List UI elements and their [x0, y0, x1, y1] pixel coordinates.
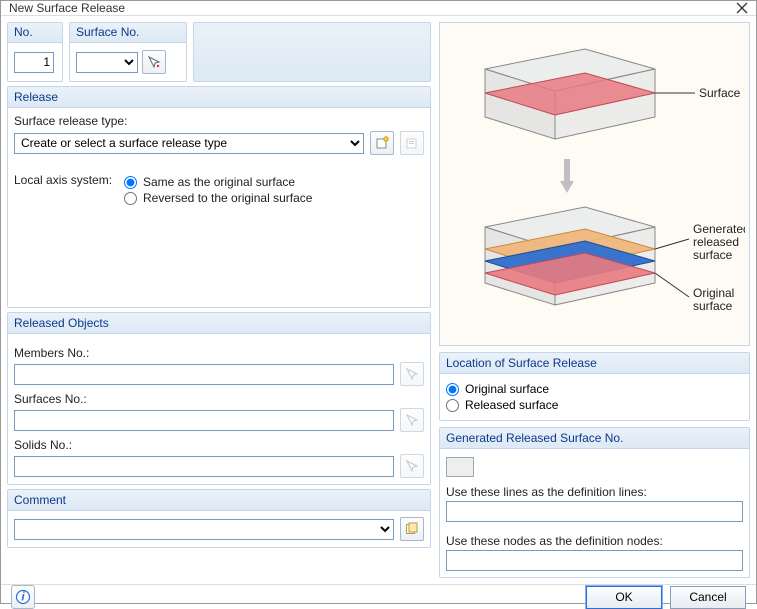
axis-reversed-radio[interactable]: [124, 192, 137, 205]
def-nodes-label: Use these nodes as the definition nodes:: [446, 534, 743, 548]
released-objects-header: Released Objects: [8, 313, 430, 334]
location-group: Location of Surface Release Original sur…: [439, 352, 750, 421]
def-nodes-input[interactable]: [446, 550, 743, 571]
comment-library-icon[interactable]: [400, 517, 424, 541]
left-column: No. Surface No. Rele: [7, 22, 431, 578]
location-header: Location of Surface Release: [440, 353, 749, 374]
location-original-radio[interactable]: [446, 383, 459, 396]
release-type-label: Surface release type:: [14, 114, 424, 128]
no-input[interactable]: [14, 52, 54, 73]
solids-label: Solids No.:: [14, 438, 424, 452]
comment-group: Comment: [7, 489, 431, 548]
right-column: Surface: [439, 22, 750, 578]
pick-members-icon: [400, 362, 424, 386]
axis-same-label: Same as the original surface: [143, 175, 295, 189]
window-title: New Surface Release: [9, 1, 736, 15]
members-input[interactable]: [14, 364, 394, 385]
location-released-radio[interactable]: [446, 399, 459, 412]
title-bar: New Surface Release: [1, 1, 756, 16]
edit-type-icon: [400, 131, 424, 155]
top-row: No. Surface No.: [7, 22, 431, 82]
no-label: No.: [8, 23, 62, 43]
surface-no-select[interactable]: [76, 52, 138, 73]
pick-surface-icon[interactable]: [142, 50, 166, 74]
new-type-icon[interactable]: [370, 131, 394, 155]
def-lines-input[interactable]: [446, 501, 743, 522]
cancel-button[interactable]: Cancel: [670, 586, 746, 609]
no-group: No.: [7, 22, 63, 82]
members-label: Members No.:: [14, 346, 424, 360]
footer: i OK Cancel: [1, 584, 756, 609]
close-icon[interactable]: [736, 2, 748, 14]
release-group: Release Surface release type: Create or …: [7, 86, 431, 308]
axis-same-radio[interactable]: [124, 176, 137, 189]
dialog-window: New Surface Release No. Surface No.: [0, 0, 757, 604]
location-released-label: Released surface: [465, 398, 558, 412]
surfaces-input[interactable]: [14, 410, 394, 431]
comment-combo[interactable]: [14, 519, 394, 540]
axis-reversed-label: Reversed to the original surface: [143, 191, 312, 205]
comment-header: Comment: [8, 490, 430, 511]
pick-solids-icon: [400, 454, 424, 478]
surface-no-group: Surface No.: [69, 22, 187, 82]
generated-group: Generated Released Surface No. Use these…: [439, 427, 750, 578]
release-header: Release: [8, 87, 430, 108]
surface-no-label: Surface No.: [70, 23, 186, 43]
surfaces-label: Surfaces No.:: [14, 392, 424, 406]
solids-input[interactable]: [14, 456, 394, 477]
help-icon[interactable]: i: [11, 585, 35, 609]
preview-illustration: Surface: [445, 29, 745, 339]
content-area: No. Surface No. Rele: [1, 16, 756, 584]
def-lines-label: Use these lines as the definition lines:: [446, 485, 743, 499]
release-type-select[interactable]: Create or select a surface release type: [14, 133, 364, 154]
preview-label-generated: Generatedreleasedsurface: [693, 222, 745, 262]
pick-surfaces-icon: [400, 408, 424, 432]
axis-label: Local axis system:: [14, 173, 118, 187]
location-original-label: Original surface: [465, 382, 549, 396]
empty-top-panel: [193, 22, 431, 82]
preview-label-original: Originalsurface: [693, 286, 734, 313]
ok-button[interactable]: OK: [586, 586, 662, 609]
preview-panel: Surface: [439, 22, 750, 346]
released-objects-group: Released Objects Members No.: Surfaces N…: [7, 312, 431, 485]
generated-no-display: [446, 457, 474, 477]
generated-header: Generated Released Surface No.: [440, 428, 749, 449]
preview-label-surface: Surface: [699, 86, 741, 100]
